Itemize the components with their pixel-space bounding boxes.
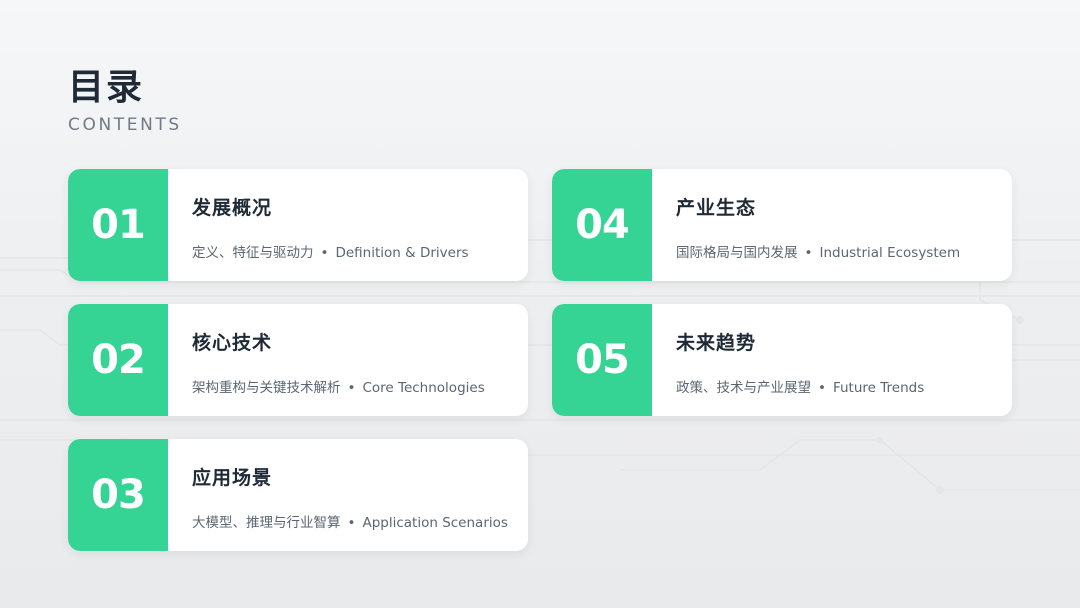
section-number: 01 [68, 169, 168, 281]
section-title: 核心技术 [192, 332, 273, 354]
section-description: 架构重构与关键技术解析 • Core Technologies [192, 376, 485, 396]
section-desc-cn: 定义、特征与驱动力 [192, 245, 314, 261]
section-desc-en: Future Trends [832, 380, 925, 396]
section-description: 政策、技术与产业展望 • Future Trends [676, 376, 924, 396]
section-number: 02 [68, 304, 168, 416]
section-number: 04 [552, 169, 652, 281]
section-desc-en: Definition & Drivers [335, 245, 469, 261]
section-title: 发展概况 [192, 197, 273, 219]
section-number: 05 [552, 304, 652, 416]
section-card-04[interactable]: 04 产业生态 国际格局与国内发展 • Industrial Ecosystem [552, 169, 1012, 281]
separator-dot: • [804, 245, 813, 261]
section-card-01[interactable]: 01 发展概况 定义、特征与驱动力 • Definition & Drivers [68, 169, 528, 281]
section-desc-cn: 架构重构与关键技术解析 [192, 380, 341, 396]
separator-dot: • [818, 380, 826, 396]
page-subtitle: CONTENTS [68, 115, 182, 135]
section-desc-cn: 政策、技术与产业展望 [676, 380, 811, 396]
section-title: 未来趋势 [676, 332, 757, 354]
section-title: 产业生态 [676, 197, 757, 219]
section-card-03[interactable]: 03 应用场景 大模型、推理与行业智算 • Application Scenario… [68, 439, 528, 551]
section-card-05[interactable]: 05 未来趋势 政策、技术与产业展望 • Future Trends [552, 304, 1012, 416]
page-title: 目录 [68, 67, 145, 108]
section-description: 国际格局与国内发展 • Industrial Ecosystem [676, 241, 960, 261]
section-desc-en: Industrial Ecosystem [819, 245, 961, 261]
title-block: 目录 CONTENTS [68, 64, 182, 135]
section-number: 03 [68, 439, 168, 551]
section-desc-cn: 大模型、推理与行业智算 [192, 515, 341, 531]
section-description: 大模型、推理与行业智算 • Application Scenarios [192, 511, 508, 531]
separator-dot: • [347, 515, 356, 531]
section-title: 应用场景 [192, 467, 273, 489]
section-desc-cn: 国际格局与国内发展 [676, 245, 798, 261]
section-desc-en: Core Technologies [362, 380, 485, 396]
separator-dot: • [320, 245, 329, 261]
section-desc-en: Application Scenarios [362, 515, 508, 531]
section-description: 定义、特征与驱动力 • Definition & Drivers [192, 241, 469, 261]
section-card-02[interactable]: 02 核心技术 架构重构与关键技术解析 • Core Technologies [68, 304, 528, 416]
separator-dot: • [347, 380, 356, 396]
